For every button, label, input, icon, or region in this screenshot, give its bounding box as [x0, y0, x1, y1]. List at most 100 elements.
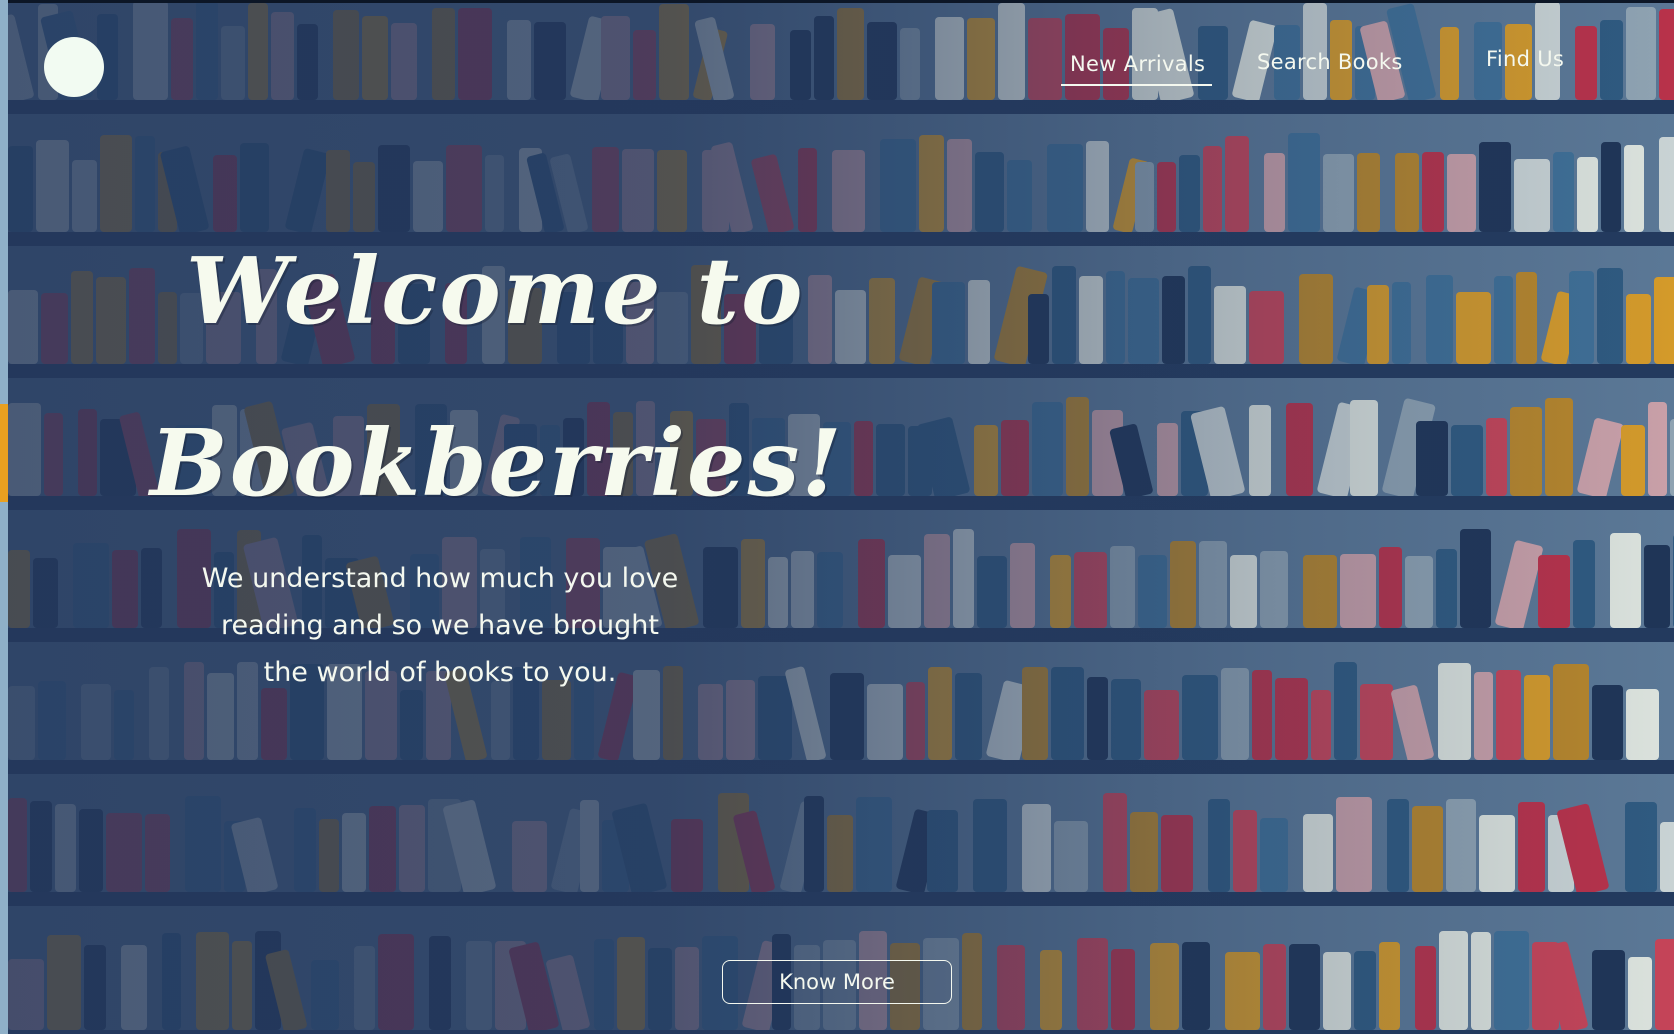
- left-accent-bar: [0, 404, 8, 502]
- book-spine: [8, 959, 44, 1030]
- book-spine: [8, 686, 35, 760]
- book-spine: [44, 413, 63, 496]
- book-spine: [1182, 942, 1210, 1030]
- book-spine: [114, 690, 134, 760]
- book-spine: [928, 667, 952, 760]
- book-spine: [1138, 555, 1167, 628]
- book-spine: [1299, 274, 1333, 364]
- book-spine: [1569, 271, 1594, 364]
- know-more-button[interactable]: Know More: [722, 960, 952, 1004]
- book-spine: [47, 935, 81, 1030]
- book-spine: [876, 424, 905, 496]
- book-spine: [1106, 271, 1125, 364]
- book-spine: [1323, 154, 1354, 232]
- book-spine: [84, 945, 106, 1030]
- nav-new-arrivals[interactable]: New Arrivals: [1060, 52, 1213, 86]
- book-spine: [162, 933, 181, 1030]
- book-spine: [1438, 663, 1471, 760]
- book-spine: [1451, 425, 1483, 496]
- nav-find-us[interactable]: Find Us: [1486, 47, 1564, 71]
- shelf-plank: [0, 892, 1674, 906]
- book-spine: [1426, 275, 1453, 364]
- book-spine: [378, 934, 414, 1030]
- book-spine: [580, 800, 599, 892]
- book-spine: [791, 551, 814, 628]
- book-spine: [1264, 153, 1285, 232]
- book-spine: [1111, 949, 1135, 1030]
- book-spine: [888, 555, 921, 628]
- book-spine: [81, 684, 111, 760]
- book-spine: [1336, 797, 1372, 892]
- shelf-plank: [0, 100, 1674, 114]
- book-spine: [1162, 276, 1185, 364]
- book-spine: [1648, 402, 1667, 496]
- book-spine: [1340, 554, 1376, 628]
- hero-description: We understand how much you love reading …: [201, 563, 679, 688]
- book-spine: [1514, 159, 1550, 232]
- book-spine: [149, 667, 169, 760]
- book-spine: [1249, 291, 1284, 364]
- book-spine: [1130, 812, 1158, 892]
- book-spine: [858, 539, 885, 628]
- book-spine: [1524, 675, 1550, 760]
- book-spine: [1051, 667, 1084, 760]
- book-spine: [1260, 818, 1288, 892]
- book-spine: [1074, 552, 1107, 628]
- book-spine: [311, 960, 339, 1030]
- book-spine: [1225, 952, 1260, 1030]
- book-spine: [671, 819, 703, 892]
- book-spine: [399, 805, 425, 892]
- book-spine: [1379, 942, 1400, 1030]
- book-spine: [1474, 672, 1493, 760]
- book-spine: [726, 680, 755, 760]
- book-spine: [1208, 799, 1230, 892]
- book-spine: [141, 548, 162, 628]
- book-spine: [1054, 821, 1088, 892]
- book-spine: [758, 676, 792, 760]
- book-spine: [1654, 277, 1674, 364]
- book-spine: [1436, 549, 1457, 628]
- book-spine: [1289, 944, 1320, 1030]
- book-spine: [1621, 425, 1645, 496]
- book-spine: [232, 941, 252, 1030]
- book-spine: [1479, 142, 1511, 232]
- book-spine: [1659, 137, 1674, 232]
- book-spine: [1592, 950, 1625, 1030]
- book-spine: [319, 819, 339, 892]
- book-spine: [466, 941, 492, 1030]
- book-spine: [1379, 547, 1402, 628]
- hero-title: Welcome to Bookberries!: [150, 205, 850, 549]
- book-spine: [1087, 677, 1108, 760]
- book-spine: [78, 409, 97, 496]
- book-spine: [741, 539, 765, 628]
- book-spine: [1494, 931, 1529, 1030]
- book-spine: [1573, 540, 1595, 628]
- book-spine: [1066, 397, 1089, 496]
- book-spine: [96, 277, 126, 364]
- book-spine: [1592, 685, 1623, 760]
- book-spine: [880, 139, 916, 232]
- book-spine: [369, 806, 396, 892]
- book-spine: [1387, 799, 1409, 892]
- book-spine: [1179, 155, 1200, 232]
- book-spine: [1597, 268, 1623, 364]
- book-spine: [1170, 541, 1196, 628]
- book-spine: [1545, 398, 1573, 496]
- book-spine: [1203, 146, 1222, 232]
- book-spine: [1670, 419, 1674, 496]
- book-spine: [145, 814, 170, 892]
- book-spine: [675, 947, 699, 1030]
- book-spine: [974, 425, 998, 496]
- book-spine: [1486, 418, 1507, 496]
- book-spine: [1447, 154, 1476, 232]
- book-spine: [1252, 670, 1272, 760]
- nav-search-books[interactable]: Search Books: [1257, 50, 1403, 74]
- book-spine: [1286, 403, 1313, 496]
- hero-title-line1: Welcome to: [186, 237, 805, 345]
- book-spine: [1150, 943, 1179, 1030]
- page: New Arrivals Search Books Find Us Welcom…: [0, 0, 1674, 1034]
- book-spine: [1553, 664, 1589, 760]
- book-spine: [1510, 407, 1542, 496]
- book-spine: [1518, 802, 1545, 892]
- book-spine: [354, 946, 375, 1030]
